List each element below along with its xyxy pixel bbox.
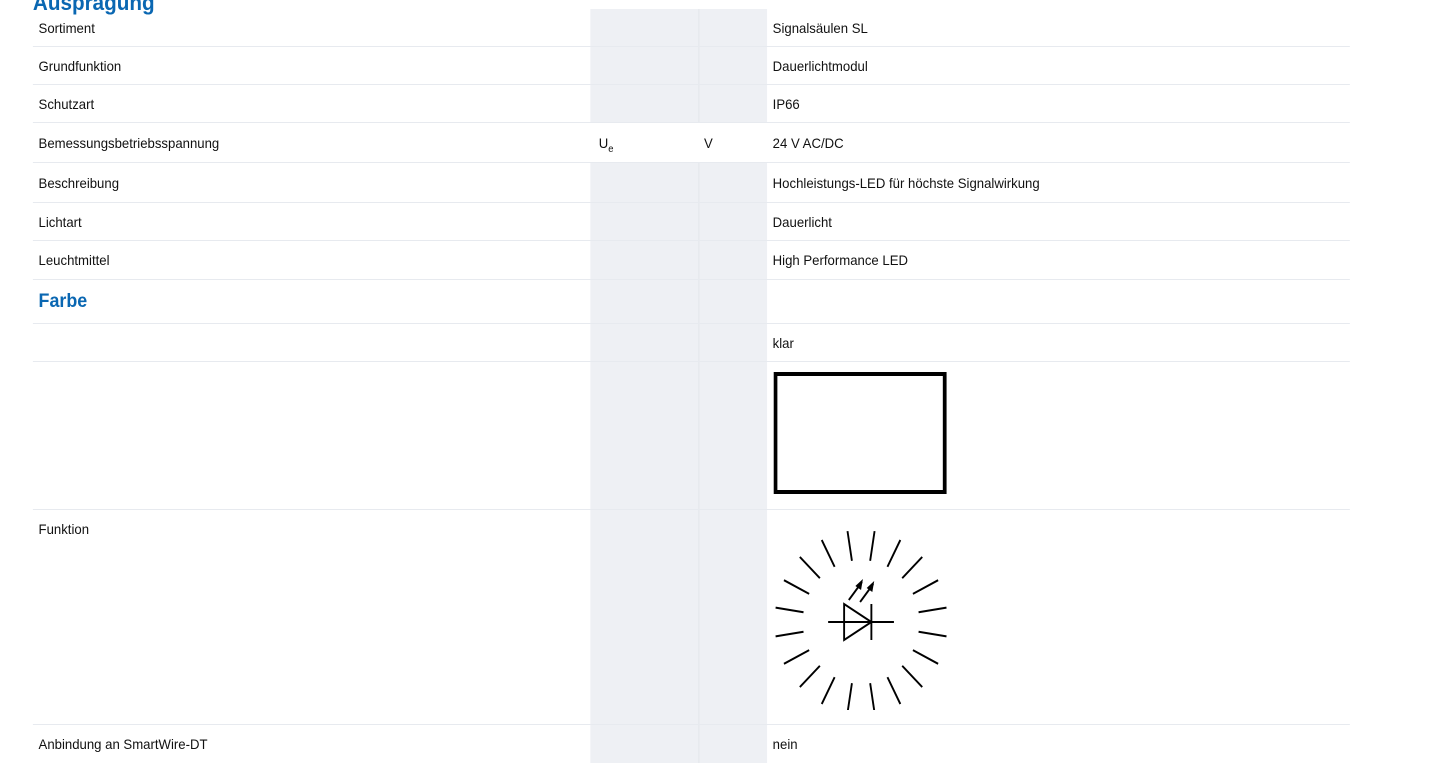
color-value: klar [772, 335, 794, 351]
table-row: Grundfunktion Dauerlichtmodul [32, 47, 1350, 85]
light-ray [886, 539, 902, 568]
light-ray [918, 606, 947, 614]
light-ray [901, 556, 923, 579]
section-heading: Farbe [38, 291, 88, 312]
datasheet-page: Ausprägung Sortiment Signalsäulen SL Gru… [0, 0, 1350, 763]
property-name: Leuchtmittel [38, 252, 110, 268]
property-value: Dauerlichtmodul [772, 58, 868, 74]
property-name: Grundfunktion [38, 58, 122, 74]
table-row: Anbindung an SmartWire-DT nein [33, 725, 1350, 763]
table-row: Schutzart IP66 [32, 85, 1350, 123]
light-ray [783, 649, 810, 665]
light-ray [846, 530, 853, 561]
table-row: Beschreibung Hochleistungs-LED für höchs… [32, 163, 1350, 203]
property-value: Dauerlicht [772, 214, 832, 230]
table-row: Lichtart Dauerlicht [32, 203, 1350, 241]
light-ray [775, 630, 804, 638]
property-name: Schutzart [38, 96, 95, 112]
table-row: Leuchtmittel High Performance LED [32, 241, 1350, 280]
light-ray [869, 683, 876, 710]
light-ray [820, 676, 836, 705]
section-row: Farbe [32, 280, 1350, 324]
property-value: nein [772, 736, 798, 752]
property-name: Funktion [38, 521, 90, 537]
property-value: Signalsäulen SL [772, 20, 868, 36]
property-name: Bemessungsbetriebsspannung [38, 135, 220, 151]
property-value: 24 V AC/DC [772, 135, 844, 151]
table-row: klar [32, 324, 1350, 362]
light-ray [918, 630, 947, 638]
property-name: Sortiment [38, 20, 95, 36]
property-value: Hochleistungs-LED für höchste Signalwirk… [772, 175, 1040, 191]
light-ray [901, 665, 923, 688]
property-name: Lichtart [38, 214, 82, 230]
light-ray [886, 676, 902, 705]
light-ray [846, 683, 853, 710]
table-row: Funktion [32, 510, 1350, 725]
property-name: Anbindung an SmartWire-DT [38, 736, 208, 752]
property-unit: V [704, 135, 713, 151]
light-ray [799, 556, 821, 579]
light-ray [912, 579, 939, 595]
light-ray [775, 606, 804, 614]
property-value: IP66 [772, 96, 800, 112]
light-ray [820, 539, 836, 568]
led-light-icon [775, 530, 947, 710]
light-ray [912, 649, 939, 665]
table-row: Bemessungsbetriebsspannung Ue V 24 V AC/… [32, 123, 1350, 163]
light-ray [869, 530, 876, 561]
property-value: High Performance LED [772, 252, 908, 268]
light-ray [799, 665, 821, 688]
color-swatch-icon [773, 372, 947, 494]
light-ray [783, 579, 810, 595]
table-row [32, 362, 1350, 510]
table-row: Sortiment Signalsäulen SL [32, 9, 1350, 47]
property-name: Beschreibung [38, 175, 120, 191]
